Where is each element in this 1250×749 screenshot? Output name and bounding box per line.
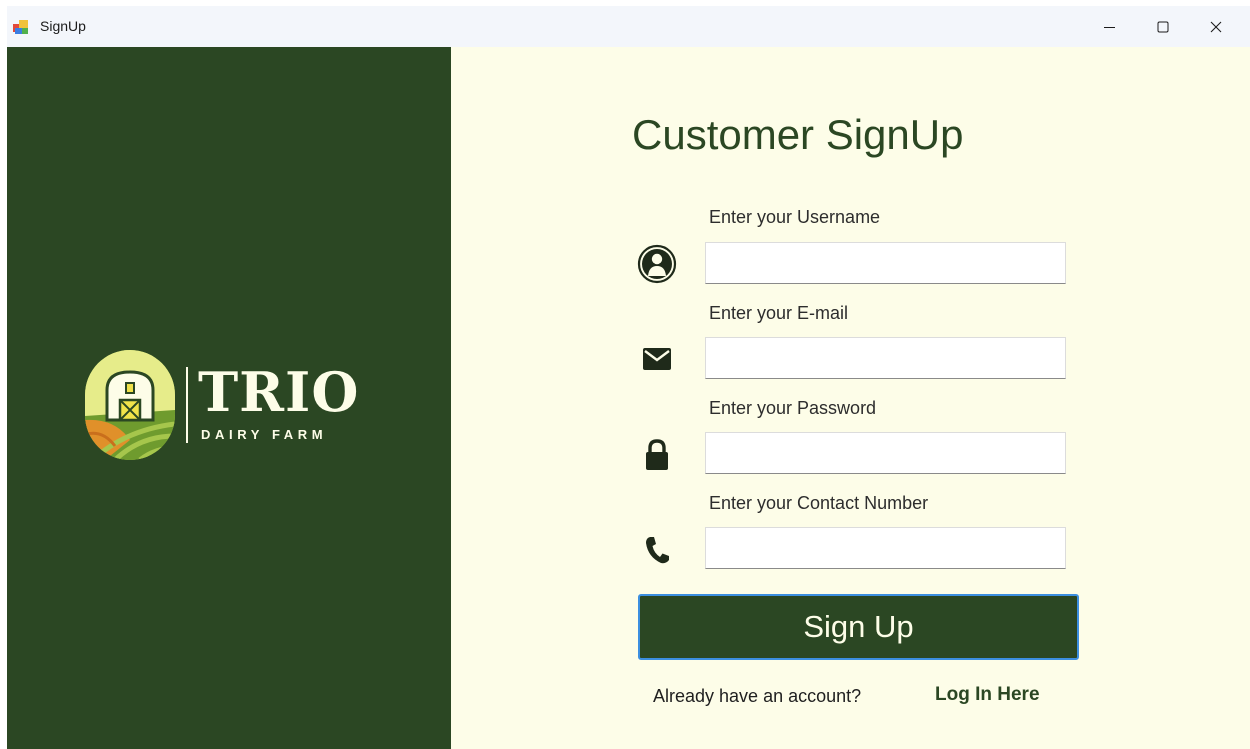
trio-logo: TRIO DAIRY FARM: [85, 345, 365, 465]
sign-up-button[interactable]: Sign Up: [638, 594, 1079, 660]
username-label: Enter your Username: [709, 207, 881, 227]
contact-input[interactable]: [705, 527, 1066, 569]
title-bar: SignUp: [7, 6, 1250, 47]
signup-form-panel: Customer SignUp Enter your Username Ente…: [451, 47, 1250, 749]
lock-icon: [637, 435, 677, 475]
app-icon: [13, 20, 28, 34]
contact-label: Enter your Contact Number: [709, 493, 929, 513]
minimize-icon: [1104, 26, 1115, 28]
already-account-text: Already have an account?: [653, 686, 862, 706]
username-input[interactable]: [705, 242, 1066, 284]
close-button[interactable]: [1193, 6, 1239, 47]
form-heading: Customer SignUp: [632, 111, 964, 158]
brand-panel: TRIO DAIRY FARM: [7, 47, 451, 749]
signup-window: SignUp TRIO DAIRY FARM Customer SignUp E…: [7, 6, 1250, 749]
barn-logo-icon: [85, 350, 175, 460]
email-label: Enter your E-mail: [709, 303, 849, 323]
maximize-icon: [1157, 21, 1169, 32]
password-input[interactable]: [705, 432, 1066, 474]
brand-name: TRIO: [198, 360, 360, 424]
minimize-button[interactable]: [1087, 6, 1133, 47]
phone-icon: [637, 530, 677, 570]
envelope-icon: [637, 339, 677, 379]
user-icon: [637, 244, 677, 284]
password-label: Enter your Password: [709, 398, 877, 418]
window-title: SignUp: [40, 18, 86, 34]
logo-divider: [186, 367, 188, 443]
maximize-button[interactable]: [1140, 6, 1186, 47]
log-in-link[interactable]: Log In Here: [935, 684, 1040, 706]
email-input[interactable]: [705, 337, 1066, 379]
close-icon: [1210, 21, 1222, 32]
brand-subtitle: DAIRY FARM: [201, 427, 328, 442]
